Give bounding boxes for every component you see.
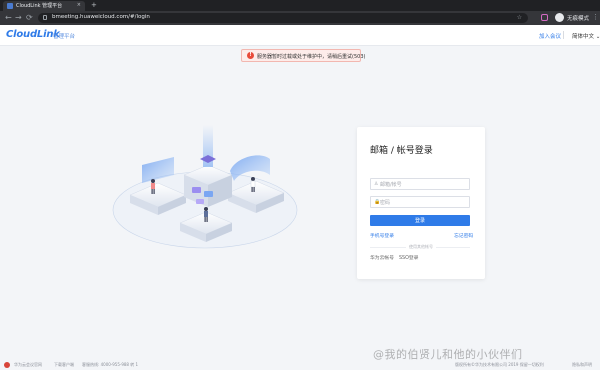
footer-link-official-site[interactable]: 华为云会议官网 [14,362,42,368]
privacy-link[interactable]: 隐私和声明 [572,362,592,368]
profile-label[interactable]: 无痕模式 [567,14,589,22]
logo-subtitle: 管理平台 [53,34,76,40]
huawei-logo-icon [4,362,10,368]
huawei-account-login[interactable]: 华为云帐号 [370,254,394,261]
language-selector[interactable]: 简体中文 ⌄ [572,32,600,40]
watermark-text: @我的伯贤儿和他的小伙伴们 [373,348,523,361]
new-tab-button[interactable]: + [91,1,97,9]
password-field[interactable]: 🔒 [370,196,470,208]
lock-icon [43,15,47,20]
phone-login-link[interactable]: 手机号登录 [370,232,394,239]
sso-login-link[interactable]: SSO登录 [399,254,418,261]
url-text[interactable]: bmeeting.huaweicloud.com/#/login [52,14,150,20]
alert-message: 服务器暂时过载或处于维护中，请稍后重试(503) [257,54,366,60]
bookmark-star-icon[interactable]: ☆ [517,14,522,21]
login-card: 邮箱 / 帐号登录 ♙ 🔒 登录 手机号登录 忘记密码 使用其他帐号 华为云帐号… [357,127,485,279]
incognito-icon[interactable] [555,13,564,22]
reload-button[interactable]: ⟳ [26,13,33,22]
error-alert: ! 服务器暂时过载或处于维护中，请稍后重试(503) [241,49,365,62]
back-button[interactable]: ← [5,13,12,22]
browser-tab-bar: CloudLink 管理平台 × + [0,0,600,11]
footer-hotline: 客服热线: 4000-955-988 转 1 [82,362,139,367]
login-title: 邮箱 / 帐号登录 [370,146,433,156]
forward-button[interactable]: → [15,13,22,22]
isometric-illustration [112,125,298,249]
tab-title: CloudLink 管理平台 [16,3,63,9]
copyright-text: 版权所有©华为技术有限公司 2019 保留一切权利 [455,362,544,367]
extension-icon[interactable] [541,14,548,21]
username-input[interactable] [380,180,466,189]
browser-tab[interactable]: CloudLink 管理平台 × [3,1,85,11]
join-meeting-link[interactable]: 加入会议 [539,32,561,40]
forgot-password-link[interactable]: 忘记密码 [454,232,473,239]
user-icon: ♙ [374,181,379,187]
app-header: CloudLink 管理平台 加入会议 简体中文 ⌄ [0,25,600,46]
header-divider [563,31,564,39]
close-tab-icon[interactable]: × [77,2,81,8]
error-icon: ! [247,52,254,59]
footer-link-download[interactable]: 下载客户端 [54,362,74,368]
address-bar[interactable]: bmeeting.huaweicloud.com/#/login ☆ [38,13,528,23]
login-button[interactable]: 登录 [370,215,470,226]
username-field[interactable]: ♙ [370,178,470,190]
cloudlink-logo[interactable]: CloudLink [6,29,60,40]
browser-menu-icon[interactable]: ⋮ [592,13,599,22]
password-input[interactable] [380,198,466,207]
favicon-icon [7,3,13,9]
other-methods-label: 使用其他帐号 [406,244,436,250]
browser-toolbar: ← → ⟳ bmeeting.huaweicloud.com/#/login ☆… [0,11,600,25]
